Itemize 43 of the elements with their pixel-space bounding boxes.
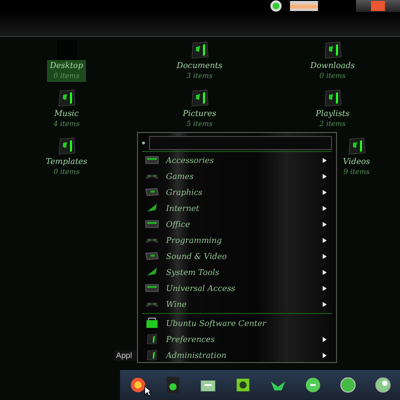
folder-label: Music	[54, 109, 79, 119]
tooltip: Appl	[114, 350, 139, 361]
square-icon[interactable]	[234, 376, 252, 394]
menu-item[interactable]: Wine	[142, 296, 332, 312]
folder-label: Downloads	[310, 61, 355, 71]
menu-item[interactable]: Ubuntu Software Center	[142, 315, 332, 331]
mouse-cursor-icon	[144, 385, 152, 397]
folder-label: Playlists	[316, 109, 350, 119]
ball-icon[interactable]	[374, 376, 392, 394]
menu-item[interactable]: Programming	[142, 232, 332, 248]
submenu-arrow-icon	[321, 236, 328, 244]
menu-item[interactable]: Universal Access	[142, 280, 332, 296]
menu-item[interactable]: System Tools	[142, 264, 332, 280]
menu-item[interactable]: Office	[142, 216, 332, 232]
submenu-arrow-icon	[321, 156, 328, 164]
menu-item[interactable]: Graphics	[142, 184, 332, 200]
folder-label: Desktop	[50, 61, 84, 71]
desktop-icon	[56, 40, 76, 60]
folder-label: Templates	[46, 157, 88, 167]
menu-item[interactable]: Preferences	[142, 331, 332, 347]
submenu-arrow-icon	[321, 252, 328, 260]
submenu-arrow-icon	[321, 284, 328, 292]
submenu-arrow-icon	[321, 336, 328, 342]
search-field[interactable]	[149, 136, 332, 150]
letter-u-icon	[371, 1, 385, 11]
menu-item[interactable]: Internet	[142, 200, 332, 216]
circle-icon[interactable]	[304, 376, 322, 394]
folder-label: Pictures	[182, 109, 216, 119]
menu-item[interactable]: Administration	[142, 347, 332, 363]
submenu-arrow-icon	[321, 172, 328, 180]
folder-label: Videos	[343, 157, 370, 167]
submenu-arrow-icon	[321, 188, 328, 196]
submenu-arrow-icon	[321, 220, 328, 228]
app-button[interactable]	[356, 0, 400, 12]
folder-label: Documents	[176, 61, 222, 71]
menu-item[interactable]: Sound & Video	[142, 248, 332, 264]
globe-icon[interactable]	[338, 376, 356, 394]
menu-item[interactable]: Games	[142, 168, 332, 184]
menu-item[interactable]: Accessories	[142, 152, 332, 168]
submenu-arrow-icon	[321, 300, 328, 308]
submenu-arrow-icon	[321, 268, 328, 276]
submenu-arrow-icon	[321, 204, 328, 212]
submenu-arrow-icon	[321, 352, 328, 358]
